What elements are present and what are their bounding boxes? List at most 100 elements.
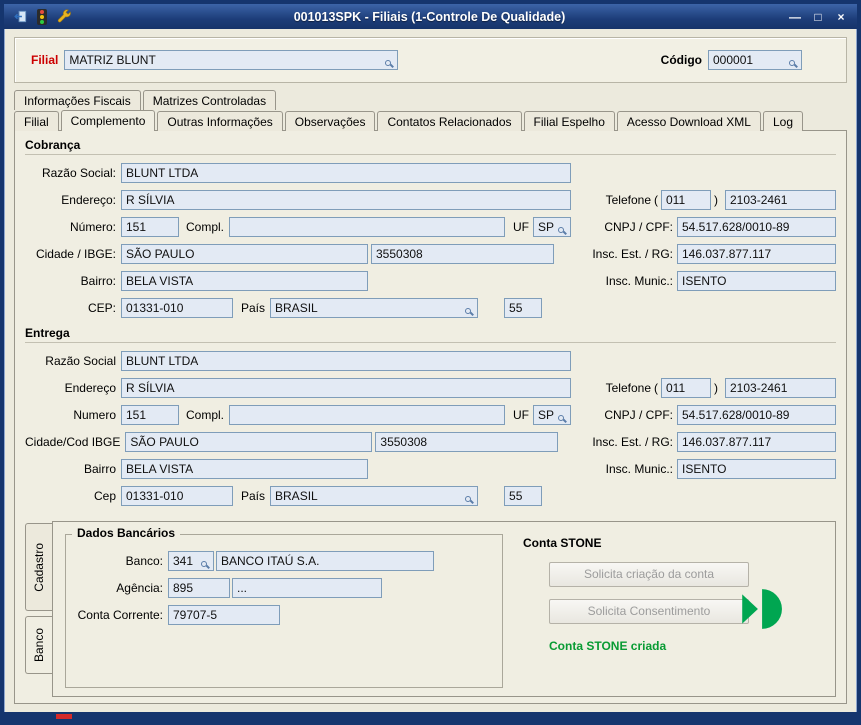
vtab-cadastro[interactable]: Cadastro bbox=[25, 523, 52, 611]
solicita-criacao-button[interactable]: Solicita criação da conta bbox=[549, 562, 749, 587]
tab-complemento[interactable]: Complemento bbox=[60, 110, 156, 131]
codigo-input[interactable]: 000001 bbox=[708, 50, 802, 70]
entrega-numero-label: Numero bbox=[73, 408, 116, 422]
cobranca-pais-value: BRASIL bbox=[275, 301, 318, 315]
conta-stone-group: Conta STONE Solicita criação da conta So… bbox=[515, 534, 823, 688]
dados-bancarios-group: Dados Bancários Banco: 341 BANCO ITAÚ S.… bbox=[65, 526, 503, 688]
banco-codigo-input[interactable]: 341 bbox=[168, 551, 214, 571]
entrega-cep-label: Cep bbox=[93, 489, 116, 503]
entrega-cnpj-input[interactable]: 54.517.628/0010-89 bbox=[677, 405, 836, 425]
stone-logo-icon bbox=[742, 589, 782, 629]
entrega-bairro-input[interactable]: BELA VISTA bbox=[121, 459, 368, 479]
solicita-consentimento-button[interactable]: Solicita Consentimento bbox=[549, 599, 749, 624]
vtab-banco[interactable]: Banco bbox=[25, 616, 52, 674]
paren-open: ( bbox=[654, 381, 658, 395]
tab-row-upper: Informações Fiscais Matrizes Controladas bbox=[4, 89, 857, 110]
cobranca-fone-input[interactable]: 2103-2461 bbox=[725, 190, 836, 210]
wrench-icon[interactable] bbox=[56, 9, 72, 25]
entrega-ddi-input[interactable]: 55 bbox=[504, 486, 543, 506]
exit-icon[interactable] bbox=[12, 9, 28, 25]
entrega-numero-input[interactable]: 151 bbox=[121, 405, 179, 425]
tab-log[interactable]: Log bbox=[762, 111, 803, 131]
magnifier-icon[interactable] bbox=[385, 60, 392, 66]
cobranca-numero-label: Número: bbox=[69, 220, 116, 234]
magnifier-icon[interactable] bbox=[558, 415, 564, 421]
complemento-panel: Cobrança Razão Social: BLUNT LTDA Endere… bbox=[14, 130, 847, 704]
entrega-ddd-input[interactable]: 011 bbox=[661, 378, 711, 398]
tab-observacoes[interactable]: Observações bbox=[284, 111, 376, 131]
magnifier-icon[interactable] bbox=[465, 496, 472, 502]
section-entrega: Entrega Razão Social BLUNT LTDA Endereço… bbox=[25, 325, 836, 513]
entrega-uf-input[interactable]: SP bbox=[533, 405, 571, 425]
magnifier-icon[interactable] bbox=[789, 60, 795, 66]
traffic-light-icon[interactable] bbox=[34, 8, 50, 25]
entrega-pais-value: BRASIL bbox=[275, 489, 318, 503]
cobranca-razao-input[interactable]: BLUNT LTDA bbox=[121, 163, 571, 183]
entrega-insc-est-input[interactable]: 146.037.877.117 bbox=[677, 432, 836, 452]
conta-corrente-input[interactable]: 79707-5 bbox=[168, 605, 280, 625]
window-title: 001013SPK - Filiais (1-Controle De Quali… bbox=[293, 9, 566, 24]
cobranca-cnpj-label: CNPJ / CPF: bbox=[604, 220, 673, 234]
traffic-yellow-dot bbox=[40, 14, 44, 19]
entrega-fone-input[interactable]: 2103-2461 bbox=[725, 378, 836, 398]
entrega-insc-est-label: Insc. Est. / RG: bbox=[592, 435, 673, 449]
cobranca-ibge-input[interactable]: 3550308 bbox=[371, 244, 554, 264]
tab-acesso-download-xml[interactable]: Acesso Download XML bbox=[616, 111, 761, 131]
filial-value: MATRIZ BLUNT bbox=[69, 53, 156, 67]
tab-contatos-relacionados[interactable]: Contatos Relacionados bbox=[377, 111, 522, 131]
cobranca-pais-input[interactable]: BRASIL bbox=[270, 298, 479, 318]
titlebar: 001013SPK - Filiais (1-Controle De Quali… bbox=[4, 4, 857, 29]
cobranca-bairro-label: Bairro: bbox=[80, 274, 116, 288]
cobranca-compl-input[interactable] bbox=[229, 217, 505, 237]
entrega-uf-label: UF bbox=[513, 408, 529, 422]
magnifier-icon[interactable] bbox=[558, 227, 564, 233]
cobranca-insc-mun-input[interactable]: ISENTO bbox=[677, 271, 836, 291]
entrega-endereco-input[interactable]: R SÍLVIA bbox=[121, 378, 571, 398]
entrega-insc-mun-label: Insc. Munic.: bbox=[605, 462, 673, 476]
magnifier-icon[interactable] bbox=[201, 561, 207, 567]
entrega-razao-input[interactable]: BLUNT LTDA bbox=[121, 351, 571, 371]
cobranca-cnpj-input[interactable]: 54.517.628/0010-89 bbox=[677, 217, 836, 237]
tab-filial[interactable]: Filial bbox=[14, 111, 59, 131]
entrega-bairro-label: Bairro bbox=[83, 462, 116, 476]
entrega-ibge-input[interactable]: 3550308 bbox=[375, 432, 559, 452]
close-button[interactable]: × bbox=[833, 9, 849, 25]
cobranca-numero-input[interactable]: 151 bbox=[121, 217, 179, 237]
cobranca-compl-label: Compl. bbox=[186, 220, 225, 234]
agencia-compl-input[interactable]: ... bbox=[232, 578, 382, 598]
tab-matrizes-controladas[interactable]: Matrizes Controladas bbox=[142, 90, 277, 110]
banco-label: Banco: bbox=[125, 554, 163, 568]
vtab-cadastro-label: Cadastro bbox=[32, 542, 46, 592]
tab-outras-informacoes[interactable]: Outras Informações bbox=[157, 111, 283, 131]
minimize-button[interactable]: — bbox=[787, 9, 803, 25]
maximize-button[interactable]: □ bbox=[810, 9, 826, 25]
cobranca-cidade-input[interactable]: SÃO PAULO bbox=[121, 244, 368, 264]
filial-input[interactable]: MATRIZ BLUNT bbox=[64, 50, 399, 70]
entrega-pais-label: País bbox=[241, 489, 266, 503]
cobranca-ddi-input[interactable]: 55 bbox=[504, 298, 543, 318]
tab-informacoes-fiscais[interactable]: Informações Fiscais bbox=[14, 90, 141, 110]
cobranca-uf-input[interactable]: SP bbox=[533, 217, 571, 237]
banco-codigo-value: 341 bbox=[173, 554, 194, 568]
entrega-cep-input[interactable]: 01331-010 bbox=[121, 486, 233, 506]
entrega-uf-value: SP bbox=[538, 408, 555, 422]
codigo-value: 000001 bbox=[713, 53, 754, 67]
entrega-insc-mun-input[interactable]: ISENTO bbox=[677, 459, 836, 479]
banco-nome-input[interactable]: BANCO ITAÚ S.A. bbox=[216, 551, 434, 571]
tab-filial-espelho[interactable]: Filial Espelho bbox=[523, 111, 615, 131]
cobranca-telefone-label: Telefone bbox=[605, 193, 651, 207]
cobranca-insc-mun-label: Insc. Munic.: bbox=[605, 274, 673, 288]
entrega-pais-input[interactable]: BRASIL bbox=[270, 486, 479, 506]
cobranca-endereco-input[interactable]: R SÍLVIA bbox=[121, 190, 571, 210]
cobranca-uf-value: SP bbox=[538, 220, 555, 234]
cobranca-bairro-input[interactable]: BELA VISTA bbox=[121, 271, 368, 291]
magnifier-icon[interactable] bbox=[465, 308, 472, 314]
cobranca-insc-est-input[interactable]: 146.037.877.117 bbox=[677, 244, 836, 264]
cobranca-ddd-input[interactable]: 011 bbox=[661, 190, 711, 210]
agencia-input[interactable]: 895 bbox=[168, 578, 230, 598]
cobranca-razao-label: Razão Social: bbox=[41, 166, 116, 180]
entrega-cidade-input[interactable]: SÃO PAULO bbox=[125, 432, 373, 452]
cobranca-cep-input[interactable]: 01331-010 bbox=[121, 298, 233, 318]
entrega-compl-input[interactable] bbox=[229, 405, 505, 425]
codigo-label: Código bbox=[660, 53, 702, 67]
